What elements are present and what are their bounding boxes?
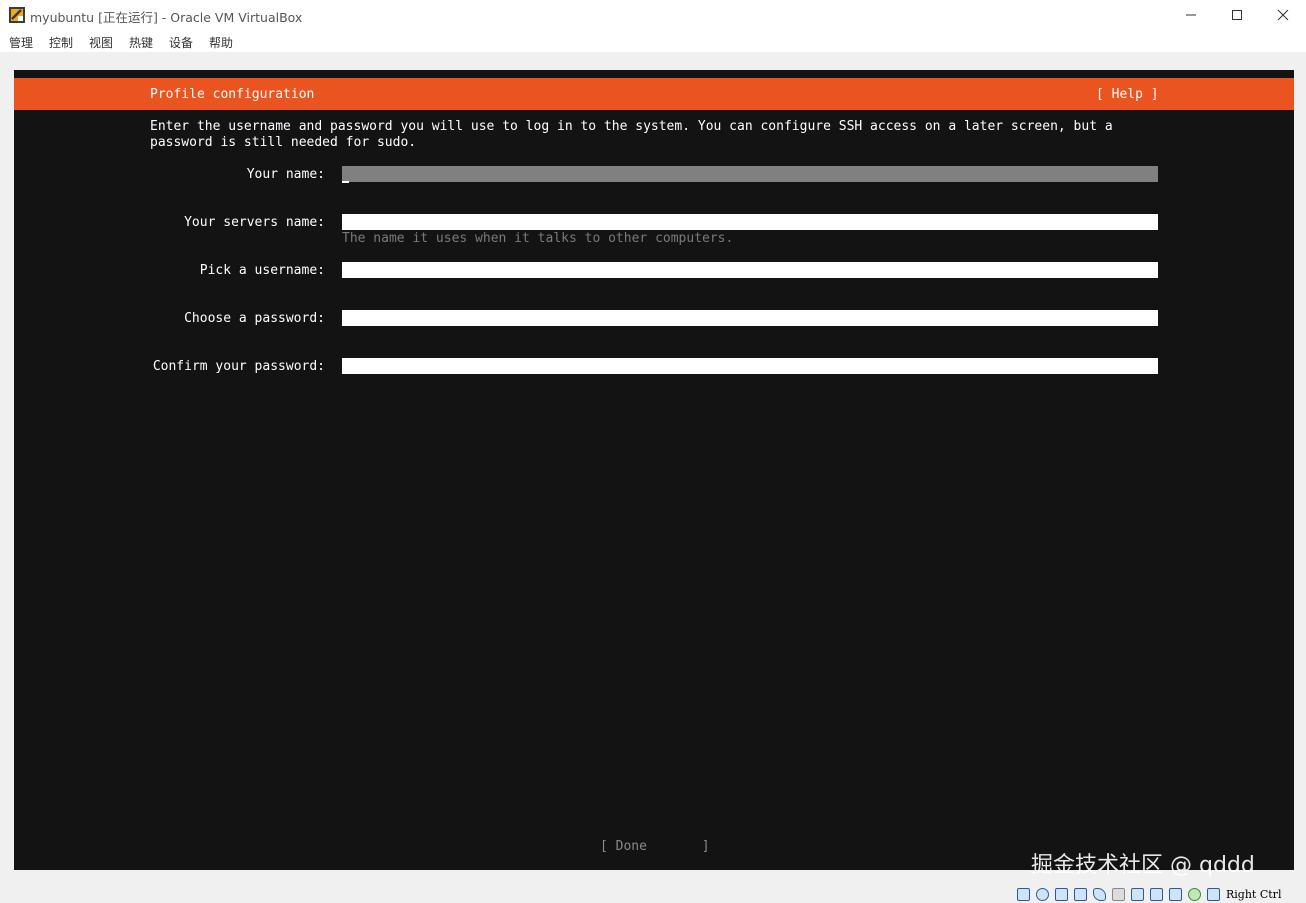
menu-devices[interactable]: 设备 bbox=[169, 34, 193, 51]
text-cursor bbox=[342, 181, 349, 183]
close-button[interactable] bbox=[1260, 0, 1306, 30]
your-name-label: Your name: bbox=[246, 167, 325, 182]
vm-screen[interactable]: Profile configuration [ Help ] Enter the… bbox=[14, 70, 1294, 870]
menu-hotkeys[interactable]: 热键 bbox=[129, 34, 153, 51]
host-key-label: Right Ctrl bbox=[1226, 888, 1282, 901]
cpu-icon[interactable] bbox=[1169, 888, 1182, 901]
display-icon[interactable] bbox=[1131, 888, 1144, 901]
confirm-password-field[interactable] bbox=[342, 358, 1158, 374]
password-field[interactable] bbox=[342, 310, 1158, 326]
minimize-icon bbox=[1186, 14, 1196, 16]
menu-control[interactable]: 控制 bbox=[49, 34, 73, 51]
hard-disk-icon[interactable] bbox=[1017, 888, 1030, 901]
maximize-icon bbox=[1232, 10, 1242, 20]
menu-view[interactable]: 视图 bbox=[89, 34, 113, 51]
keyboard-icon[interactable] bbox=[1207, 888, 1220, 901]
menu-bar: 管理 控制 视图 热键 设备 帮助 bbox=[0, 30, 1306, 52]
menu-manage[interactable]: 管理 bbox=[9, 34, 33, 51]
mouse-integration-icon[interactable] bbox=[1188, 888, 1201, 901]
usb-icon[interactable] bbox=[1093, 888, 1106, 901]
recording-icon[interactable] bbox=[1150, 888, 1163, 901]
done-button[interactable]: [ Done ] bbox=[600, 839, 710, 854]
help-button[interactable]: [ Help ] bbox=[1096, 87, 1159, 102]
servers-name-field[interactable] bbox=[342, 214, 1158, 230]
instructions-text: Enter the username and password you will… bbox=[150, 119, 1121, 150]
window-title-bar: myubuntu [正在运行] - Oracle VM VirtualBox bbox=[0, 0, 1306, 30]
menu-help[interactable]: 帮助 bbox=[209, 34, 233, 51]
window-title: myubuntu [正在运行] - Oracle VM VirtualBox bbox=[30, 10, 303, 25]
shared-folder-icon[interactable] bbox=[1112, 888, 1125, 901]
maximize-button[interactable] bbox=[1214, 0, 1260, 30]
servers-name-hint: The name it uses when it talks to other … bbox=[342, 231, 734, 246]
optical-drive-icon[interactable] bbox=[1036, 888, 1049, 901]
page-title: Profile configuration bbox=[150, 87, 315, 102]
network-icon[interactable] bbox=[1074, 888, 1087, 901]
virtualbox-app-icon bbox=[9, 7, 25, 23]
status-bar: Right Ctrl bbox=[0, 885, 1306, 903]
username-label: Pick a username: bbox=[199, 263, 325, 278]
audio-icon[interactable] bbox=[1055, 888, 1068, 901]
your-name-field[interactable] bbox=[342, 166, 1158, 182]
minimize-button[interactable] bbox=[1168, 0, 1214, 30]
username-field[interactable] bbox=[342, 262, 1158, 278]
confirm-password-label: Confirm your password: bbox=[152, 359, 325, 374]
installer-header: Profile configuration [ Help ] bbox=[14, 78, 1294, 110]
close-icon bbox=[1277, 9, 1289, 21]
watermark: 掘金技术社区 @ qddd bbox=[1031, 853, 1255, 878]
servers-name-label: Your servers name: bbox=[184, 215, 325, 230]
password-label: Choose a password: bbox=[184, 311, 325, 326]
